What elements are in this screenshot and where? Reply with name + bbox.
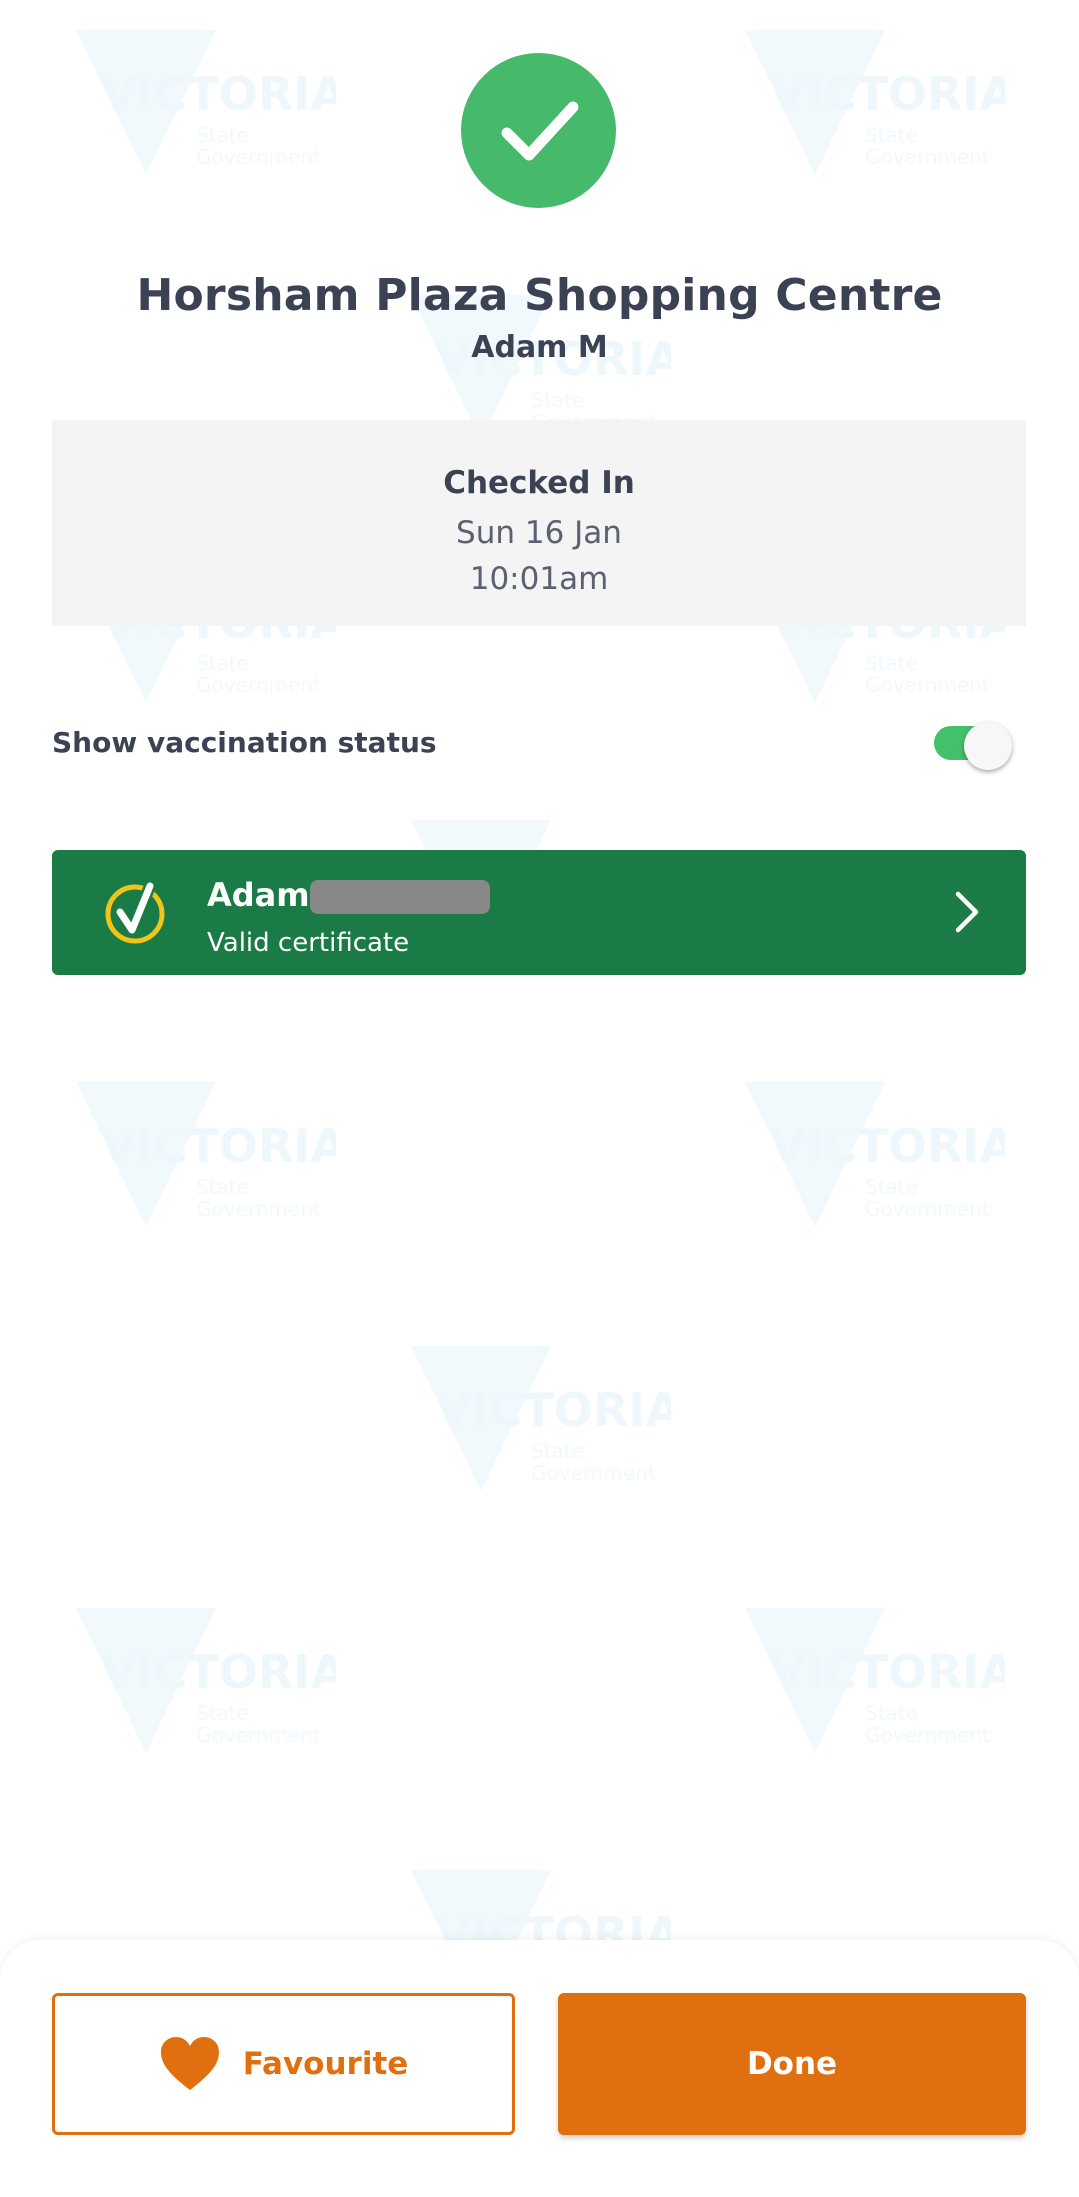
svg-text:State: State — [865, 123, 918, 147]
svg-text:Government: Government — [196, 145, 321, 169]
svg-text:State: State — [196, 1175, 249, 1199]
svg-text:State: State — [531, 388, 584, 412]
certificate-status: Valid certificate — [207, 928, 410, 958]
chevron-right-icon — [955, 891, 979, 933]
svg-text:State: State — [865, 1175, 918, 1199]
vaccination-status-toggle[interactable] — [932, 722, 1014, 770]
done-label: Done — [746, 2046, 838, 2082]
svg-text:Government: Government — [865, 673, 990, 697]
certificate-holder-name: Adam — [207, 876, 310, 914]
venue-title: Horsham Plaza Shopping Centre — [136, 270, 943, 321]
watermark-logo: VICTORIAStateGovernment — [745, 30, 1015, 190]
svg-text:VICTORIA: VICTORIA — [101, 1119, 336, 1173]
svg-text:Government: Government — [865, 1723, 990, 1747]
action-bar: Favourite Done — [0, 1940, 1079, 2197]
svg-text:Government: Government — [196, 673, 321, 697]
watermark-logo: VICTORIAStateGovernment — [745, 1082, 1015, 1242]
done-button[interactable]: Done — [558, 1993, 1026, 2135]
svg-text:VICTORIA: VICTORIA — [101, 1645, 336, 1699]
heart-icon — [160, 2037, 219, 2090]
redacted-surname — [310, 880, 490, 914]
svg-text:VICTORIA: VICTORIA — [770, 1119, 1005, 1173]
svg-text:VICTORIA: VICTORIA — [436, 1383, 671, 1437]
certificate-badge-icon — [105, 880, 165, 944]
person-name: Adam M — [471, 330, 608, 365]
svg-text:VICTORIA: VICTORIA — [770, 67, 1005, 121]
checkin-status: Checked In — [443, 465, 635, 501]
toggle-knob — [964, 722, 1012, 770]
success-check-badge — [461, 53, 616, 208]
svg-text:Government: Government — [865, 1197, 990, 1221]
svg-text:State: State — [865, 651, 918, 675]
watermark-logo: VICTORIAStateGovernment — [411, 1346, 681, 1506]
svg-text:Government: Government — [865, 145, 990, 169]
svg-text:State: State — [196, 651, 249, 675]
svg-text:State: State — [531, 1439, 584, 1463]
vaccination-certificate-card[interactable]: Adam Valid certificate — [52, 850, 1026, 975]
svg-text:VICTORIA: VICTORIA — [770, 1645, 1005, 1699]
favourite-label: Favourite — [242, 2046, 409, 2082]
vaccination-status-label: Show vaccination status — [52, 726, 437, 759]
svg-text:State: State — [865, 1701, 918, 1725]
checkmark-icon — [501, 101, 578, 160]
watermark-logo: VICTORIAStateGovernment — [745, 1608, 1015, 1768]
svg-text:State: State — [196, 123, 249, 147]
svg-text:State: State — [196, 1701, 249, 1725]
favourite-button[interactable]: Favourite — [52, 1993, 515, 2135]
checkin-time: 10:01am — [469, 561, 609, 597]
svg-text:Government: Government — [196, 1197, 321, 1221]
svg-text:Government: Government — [196, 1723, 321, 1747]
svg-text:VICTORIA: VICTORIA — [101, 67, 336, 121]
watermark-logo: VICTORIAStateGovernment — [76, 30, 346, 190]
watermark-logo: VICTORIAStateGovernment — [76, 1082, 346, 1242]
svg-text:Government: Government — [531, 1461, 656, 1485]
checkin-summary: Checked In Sun 16 Jan 10:01am — [52, 420, 1026, 626]
watermark-logo: VICTORIAStateGovernment — [76, 1608, 346, 1768]
checkin-date: Sun 16 Jan — [456, 515, 622, 551]
